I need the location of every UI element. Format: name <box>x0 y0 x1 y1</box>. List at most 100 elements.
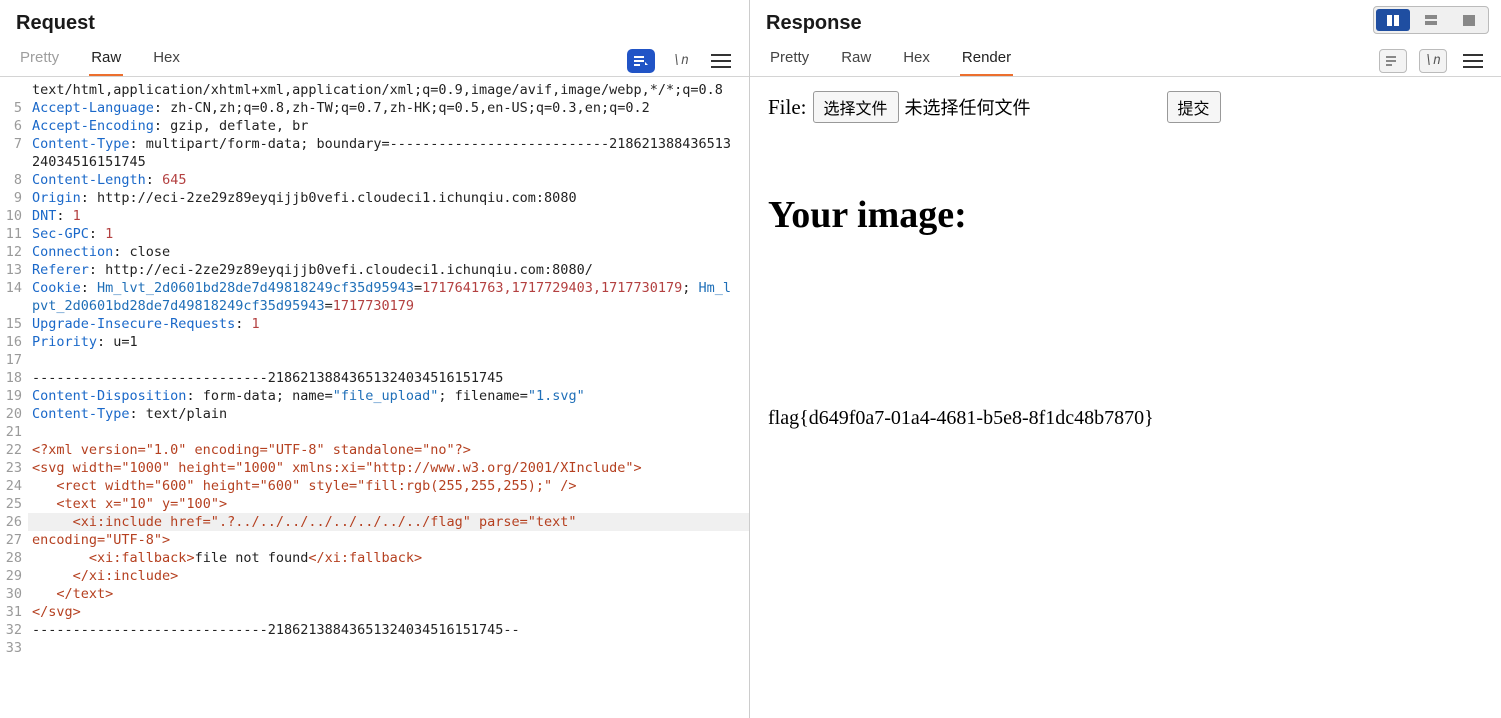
code-line[interactable]: 29 </xi:include> <box>0 567 749 585</box>
code-line[interactable]: 32-----------------------------218621388… <box>0 621 749 639</box>
line-number <box>0 81 28 99</box>
tab-hex[interactable]: Hex <box>901 45 932 76</box>
code-line[interactable]: 10DNT: 1 <box>0 207 749 225</box>
code-content[interactable]: <xi:fallback>file not found</xi:fallback… <box>28 549 749 567</box>
code-content[interactable]: Priority: u=1 <box>28 333 749 351</box>
line-number: 12 <box>0 243 28 261</box>
code-content[interactable]: Content-Length: 645 <box>28 171 749 189</box>
code-line[interactable]: 11Sec-GPC: 1 <box>0 225 749 243</box>
line-number: 23 <box>0 459 28 477</box>
code-line[interactable]: 19Content-Disposition: form-data; name="… <box>0 387 749 405</box>
code-content[interactable]: -----------------------------21862138843… <box>28 369 749 387</box>
code-line[interactable]: 30 </text> <box>0 585 749 603</box>
code-content[interactable]: Content-Type: text/plain <box>28 405 749 423</box>
code-line[interactable]: 16Priority: u=1 <box>0 333 749 351</box>
layout-toggle-group <box>1373 6 1489 34</box>
code-content[interactable]: </xi:include> <box>28 567 749 585</box>
response-tabs: Pretty Raw Hex Render <box>768 45 1013 76</box>
layout-split-vertical[interactable] <box>1376 9 1410 31</box>
code-content[interactable]: Content-Disposition: form-data; name="fi… <box>28 387 749 405</box>
wrap-icon[interactable]: \n <box>1419 49 1447 73</box>
code-content[interactable]: DNT: 1 <box>28 207 749 225</box>
code-content[interactable]: -----------------------------21862138843… <box>28 621 749 639</box>
code-line[interactable]: 15Upgrade-Insecure-Requests: 1 <box>0 315 749 333</box>
response-render-viewport: File: 选择文件 未选择任何文件 提交 Your image: flag{d… <box>750 77 1501 444</box>
line-number: 27 <box>0 531 28 549</box>
code-line[interactable]: 27encoding="UTF-8"> <box>0 531 749 549</box>
request-body-editor[interactable]: text/html,application/xhtml+xml,applicat… <box>0 77 749 718</box>
code-line[interactable]: 24 <rect width="600" height="600" style=… <box>0 477 749 495</box>
code-content[interactable]: Sec-GPC: 1 <box>28 225 749 243</box>
layout-split-horizontal[interactable] <box>1414 9 1448 31</box>
line-number: 28 <box>0 549 28 567</box>
line-number: 11 <box>0 225 28 243</box>
line-number: 31 <box>0 603 28 621</box>
code-content[interactable]: text/html,application/xhtml+xml,applicat… <box>28 81 749 99</box>
menu-icon[interactable] <box>707 49 735 73</box>
code-content[interactable]: </svg> <box>28 603 749 621</box>
layout-single[interactable] <box>1452 9 1486 31</box>
code-content[interactable]: Accept-Language: zh-CN,zh;q=0.8,zh-TW;q=… <box>28 99 749 117</box>
code-line[interactable]: 8Content-Length: 645 <box>0 171 749 189</box>
tab-pretty[interactable]: Pretty <box>18 45 61 76</box>
actions-icon[interactable] <box>1379 49 1407 73</box>
code-line[interactable]: 23<svg width="1000" height="1000" xmlns:… <box>0 459 749 477</box>
code-content[interactable]: <text x="10" y="100"> <box>28 495 749 513</box>
line-number: 32 <box>0 621 28 639</box>
code-line[interactable]: 9Origin: http://eci-2ze29z89eyqijjb0vefi… <box>0 189 749 207</box>
code-line[interactable]: 31</svg> <box>0 603 749 621</box>
menu-icon[interactable] <box>1459 49 1487 73</box>
code-content[interactable] <box>28 423 749 441</box>
code-line[interactable]: 18-----------------------------218621388… <box>0 369 749 387</box>
request-toolbar: Pretty Raw Hex \n <box>0 35 749 77</box>
code-line[interactable]: 20Content-Type: text/plain <box>0 405 749 423</box>
response-toolbar: Pretty Raw Hex Render \n <box>750 35 1501 77</box>
code-line[interactable]: text/html,application/xhtml+xml,applicat… <box>0 81 749 99</box>
code-line[interactable]: 25 <text x="10" y="100"> <box>0 495 749 513</box>
choose-file-button[interactable]: 选择文件 <box>813 91 899 123</box>
code-line[interactable]: 33 <box>0 639 749 657</box>
code-content[interactable]: <?xml version="1.0" encoding="UTF-8" sta… <box>28 441 749 459</box>
code-line[interactable]: 12Connection: close <box>0 243 749 261</box>
tab-raw[interactable]: Raw <box>89 45 123 76</box>
tab-hex[interactable]: Hex <box>151 45 182 76</box>
code-content[interactable] <box>28 351 749 369</box>
code-line[interactable]: 22<?xml version="1.0" encoding="UTF-8" s… <box>0 441 749 459</box>
code-content[interactable]: Connection: close <box>28 243 749 261</box>
actions-icon[interactable] <box>627 49 655 73</box>
line-number: 8 <box>0 171 28 189</box>
code-line[interactable]: 28 <xi:fallback>file not found</xi:fallb… <box>0 549 749 567</box>
tab-render[interactable]: Render <box>960 45 1013 76</box>
wrap-icon[interactable]: \n <box>667 49 695 73</box>
code-line[interactable]: 21 <box>0 423 749 441</box>
code-content[interactable]: </text> <box>28 585 749 603</box>
response-toolbar-icons: \n <box>1379 49 1487 73</box>
tab-pretty[interactable]: Pretty <box>768 45 811 76</box>
code-content[interactable]: Referer: http://eci-2ze29z89eyqijjb0vefi… <box>28 261 749 279</box>
tab-raw[interactable]: Raw <box>839 45 873 76</box>
code-line[interactable]: 6Accept-Encoding: gzip, deflate, br <box>0 117 749 135</box>
line-number: 13 <box>0 261 28 279</box>
code-line[interactable]: 26 <xi:include href=".?../../../../../..… <box>0 513 749 531</box>
code-content[interactable]: Cookie: Hm_lvt_2d0601bd28de7d49818249cf3… <box>28 279 749 315</box>
line-number: 16 <box>0 333 28 351</box>
code-line[interactable]: 14Cookie: Hm_lvt_2d0601bd28de7d49818249c… <box>0 279 749 315</box>
code-line[interactable]: 17 <box>0 351 749 369</box>
code-content[interactable]: <svg width="1000" height="1000" xmlns:xi… <box>28 459 749 477</box>
code-line[interactable]: 13Referer: http://eci-2ze29z89eyqijjb0ve… <box>0 261 749 279</box>
code-line[interactable]: 7Content-Type: multipart/form-data; boun… <box>0 135 749 171</box>
code-line[interactable]: 5Accept-Language: zh-CN,zh;q=0.8,zh-TW;q… <box>0 99 749 117</box>
line-number: 5 <box>0 99 28 117</box>
code-content[interactable]: <xi:include href=".?../../../../../../..… <box>28 513 749 531</box>
request-tabs: Pretty Raw Hex <box>18 45 182 76</box>
submit-button[interactable]: 提交 <box>1167 91 1221 123</box>
code-content[interactable]: Upgrade-Insecure-Requests: 1 <box>28 315 749 333</box>
code-content[interactable]: Content-Type: multipart/form-data; bound… <box>28 135 749 171</box>
code-content[interactable]: Origin: http://eci-2ze29z89eyqijjb0vefi.… <box>28 189 749 207</box>
code-content[interactable]: <rect width="600" height="600" style="fi… <box>28 477 749 495</box>
rendered-flag-text: flag{d649f0a7-01a4-4681-b5e8-8f1dc48b787… <box>768 407 1483 430</box>
code-content[interactable] <box>28 639 749 657</box>
code-content[interactable]: encoding="UTF-8"> <box>28 531 749 549</box>
code-content[interactable]: Accept-Encoding: gzip, deflate, br <box>28 117 749 135</box>
line-number: 6 <box>0 117 28 135</box>
